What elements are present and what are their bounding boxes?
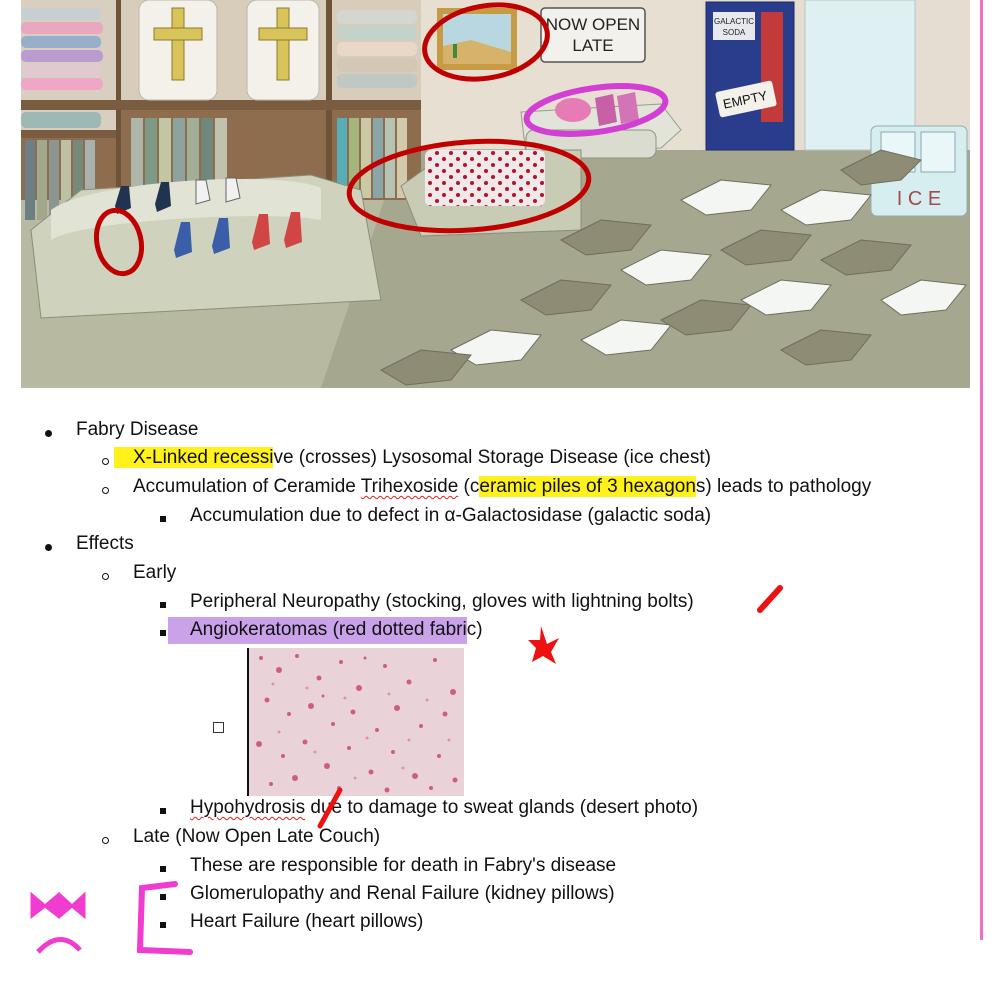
xlinked-highlight: X-Linked recessi — [114, 447, 274, 468]
note-early-title: Early — [133, 562, 177, 583]
now-open-sign-line1: NOW OPEN — [546, 15, 640, 34]
red-check-mark — [757, 585, 783, 613]
image-anchor-checkbox[interactable] — [213, 722, 224, 733]
mnemonic-illustration: NOW OPEN LATE GALACTIC SODA EMPTY I C E — [21, 0, 970, 388]
note-defect: Accumulation due to defect in α-Galactos… — [190, 505, 712, 526]
pink-sad-face — [30, 891, 86, 954]
bullet-square — [160, 808, 166, 814]
note-heart: Heart Failure (heart pillows) — [190, 911, 424, 932]
hypo-rest: due to damage to sweat glands (desert ph… — [305, 797, 699, 818]
now-open-sign-line2: LATE — [572, 36, 613, 55]
bullet-dot — [45, 430, 52, 437]
note-hypohydrosis: Hypohydrosis due to damage to sweat glan… — [190, 797, 698, 819]
bullet-circle — [102, 573, 109, 580]
red-star-mark — [528, 626, 559, 664]
bullet-square — [160, 630, 166, 636]
bullet-circle — [102, 458, 109, 465]
bullet-dot — [45, 544, 52, 551]
accum-highlight: eramic piles of 3 hexagon — [479, 476, 696, 497]
note-fabry-title: Fabry Disease — [76, 419, 199, 440]
angio-highlight: Angiokeratomas (red dotted fabri — [168, 617, 467, 644]
accum-post: s) leads to pathology — [695, 476, 872, 497]
note-death: These are responsible for death in Fabry… — [190, 855, 617, 876]
soda-sign-line2: SODA — [723, 28, 746, 37]
note-xlinked: X-Linked recessive (crosses) Lysosomal S… — [114, 447, 711, 469]
accum-mid: (c — [458, 476, 480, 497]
bullet-square — [160, 516, 166, 522]
bullet-circle — [102, 487, 109, 494]
bullet-square — [160, 602, 166, 608]
soda-sign-line1: GALACTIC — [714, 17, 754, 26]
bullet-square — [160, 866, 166, 872]
hypo-misspelled-word: Hypohydrosis — [190, 797, 306, 818]
page-border — [980, 0, 983, 940]
angio-rest: c) — [466, 619, 483, 640]
note-angiokeratomas: Angiokeratomas (red dotted fabric) — [168, 617, 483, 644]
bullet-square — [160, 894, 166, 900]
note-late-title: Late (Now Open Late Couch) — [133, 826, 381, 847]
accum-pre: Accumulation of Ceramide — [133, 476, 361, 497]
xlinked-rest: ve (crosses) Lysosomal Storage Disease (… — [273, 447, 711, 468]
bullet-circle — [102, 837, 109, 844]
bullet-square — [160, 922, 166, 928]
accum-misspelled-word: Trihexoside — [360, 476, 459, 497]
ice-chest-label: I C E — [897, 188, 941, 210]
note-neuropathy: Peripheral Neuropathy (stocking, gloves … — [190, 591, 694, 612]
note-effects-title: Effects — [76, 533, 134, 554]
note-accumulation: Accumulation of Ceramide Trihexoside (ce… — [133, 476, 871, 498]
angiokeratoma-fabric-photo — [247, 648, 464, 796]
note-renal: Glomerulopathy and Renal Failure (kidney… — [190, 883, 615, 904]
